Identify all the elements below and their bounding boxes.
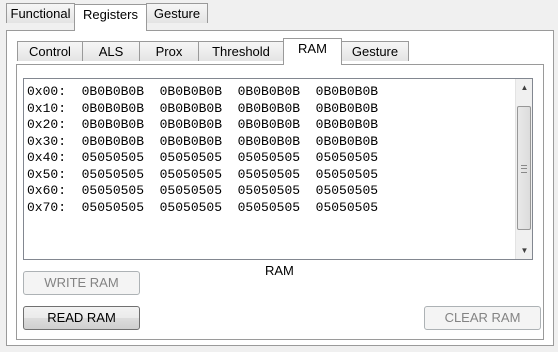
ram-label: RAM bbox=[265, 263, 294, 278]
tab-ram[interactable]: RAM bbox=[283, 38, 342, 65]
write-ram-button[interactable]: WRITE RAM bbox=[23, 271, 140, 295]
scroll-up-arrow-icon[interactable]: ▲ bbox=[516, 79, 533, 96]
grip-icon bbox=[521, 165, 527, 173]
tab-gesture-outer[interactable]: Gesture bbox=[146, 3, 208, 23]
tab-control[interactable]: Control bbox=[17, 41, 83, 61]
ram-dump-textbox[interactable]: 0x00: 0B0B0B0B 0B0B0B0B 0B0B0B0B 0B0B0B0… bbox=[23, 78, 533, 260]
clear-ram-button[interactable]: CLEAR RAM bbox=[424, 306, 541, 330]
tab-prox[interactable]: Prox bbox=[139, 41, 199, 61]
tab-als[interactable]: ALS bbox=[82, 41, 140, 61]
tab-registers[interactable]: Registers bbox=[74, 4, 147, 31]
scroll-down-arrow-icon[interactable]: ▼ bbox=[516, 242, 533, 259]
tab-functional[interactable]: Functional bbox=[6, 3, 75, 23]
read-ram-button[interactable]: READ RAM bbox=[23, 306, 140, 330]
vertical-scrollbar[interactable]: ▲ ▼ bbox=[515, 79, 532, 259]
ram-dump-text: 0x00: 0B0B0B0B 0B0B0B0B 0B0B0B0B 0B0B0B0… bbox=[27, 84, 379, 215]
scrollbar-thumb[interactable] bbox=[517, 106, 531, 230]
tab-threshold[interactable]: Threshold bbox=[198, 41, 284, 61]
tab-gesture-inner[interactable]: Gesture bbox=[341, 41, 409, 61]
